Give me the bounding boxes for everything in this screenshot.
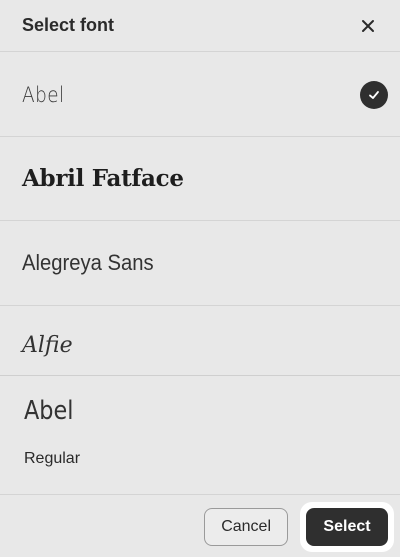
dialog-title: Select font xyxy=(22,15,115,35)
font-preview: Abel Regular xyxy=(0,375,400,495)
font-item-label: Abel xyxy=(22,82,65,107)
preview-font-name: Abel xyxy=(24,396,74,426)
font-item-abel[interactable]: Abel xyxy=(0,53,400,137)
select-button-focus-ring: Select xyxy=(300,501,394,552)
cancel-button[interactable]: Cancel xyxy=(204,507,288,546)
font-item-alegreya-sans[interactable]: Alegreya Sans xyxy=(0,221,400,306)
dialog-footer: Cancel Select xyxy=(0,496,400,557)
font-item-label: Alfie xyxy=(22,333,73,358)
checkmark-icon xyxy=(360,80,388,109)
font-item-label: Abril Fatface xyxy=(22,165,184,192)
font-item-alfie[interactable]: Alfie xyxy=(0,306,400,375)
font-item-label: Alegreya Sans xyxy=(22,250,154,275)
close-icon[interactable] xyxy=(356,14,380,38)
select-button[interactable]: Select xyxy=(306,507,388,546)
preview-font-style: Regular xyxy=(24,450,81,467)
font-list: Abel Abril Fatface Alegreya Sans Alfie xyxy=(0,53,400,375)
font-item-abril-fatface[interactable]: Abril Fatface xyxy=(0,137,400,221)
dialog-header: Select font xyxy=(0,0,400,52)
